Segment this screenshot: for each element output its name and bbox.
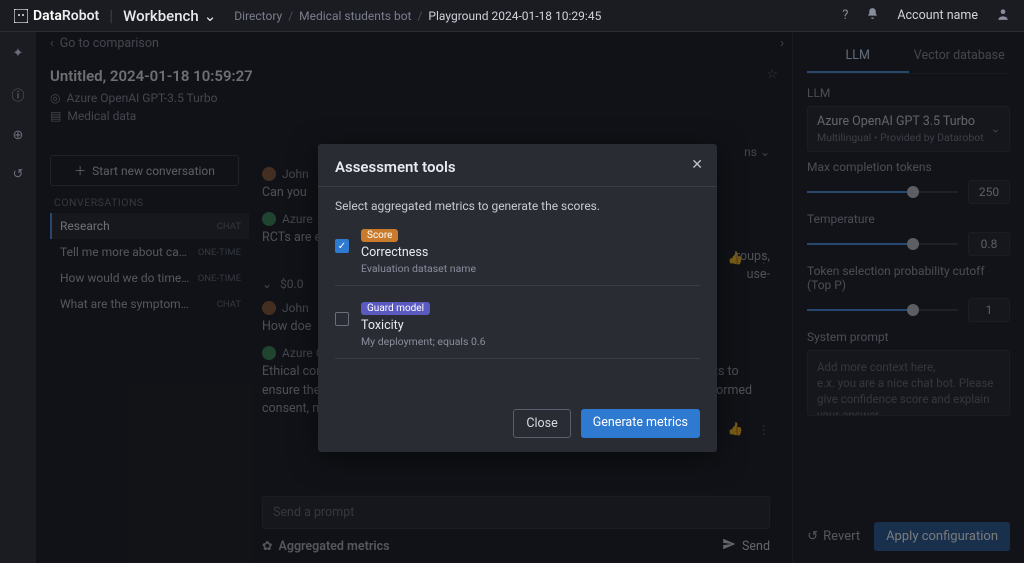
info-icon[interactable]: ⓘ <box>11 85 24 104</box>
close-label: Close <box>526 416 557 431</box>
close-icon[interactable]: ✕ <box>691 157 703 173</box>
close-button[interactable]: Close <box>513 409 570 438</box>
generate-metrics-button[interactable]: Generate metrics <box>581 409 700 438</box>
brand-logo[interactable]: DataRobot <box>14 8 99 24</box>
metric-row: Guard model Toxicity My deployment; equa… <box>335 286 700 359</box>
metric-subtitle: Evaluation dataset name <box>361 262 476 275</box>
modal-title: Assessment tools <box>335 158 700 176</box>
help-icon[interactable]: ? <box>842 8 848 23</box>
chevron-down-icon: ⌄ <box>204 7 217 25</box>
history-icon[interactable]: ↺ <box>13 167 24 182</box>
metric-checkbox[interactable] <box>335 239 349 253</box>
metric-badge: Score <box>361 229 398 242</box>
plus-circle-icon[interactable]: ⊕ <box>13 128 24 143</box>
modal-description: Select aggregated metrics to generate th… <box>335 199 700 213</box>
sparkle-icon[interactable]: ✦ <box>13 46 24 61</box>
brand-prefix: Data <box>33 8 62 24</box>
user-icon[interactable] <box>996 7 1010 25</box>
topbar: DataRobot | Workbench ⌄ Directory / Medi… <box>0 0 1024 32</box>
metric-name: Correctness <box>361 245 428 260</box>
account-name[interactable]: Account name <box>897 8 978 23</box>
metric-name: Toxicity <box>361 318 404 333</box>
workbench-switcher[interactable]: Workbench ⌄ <box>123 7 216 25</box>
breadcrumb-item[interactable]: Medical students bot <box>299 9 411 23</box>
bell-icon[interactable] <box>866 7 879 24</box>
breadcrumb-item[interactable]: Directory <box>234 9 282 23</box>
breadcrumb-item[interactable]: Playground 2024-01-18 10:29:45 <box>428 9 601 23</box>
left-rail: ✦ ⓘ ⊕ ↺ <box>0 32 36 563</box>
breadcrumb: Directory / Medical students bot / Playg… <box>234 9 601 23</box>
metric-badge: Guard model <box>361 302 430 315</box>
generate-label: Generate metrics <box>593 415 688 430</box>
brand-suffix: Robot <box>62 8 99 24</box>
assessment-tools-modal: Assessment tools ✕ Select aggregated met… <box>318 144 717 452</box>
metric-row: Score Correctness Evaluation dataset nam… <box>335 213 700 286</box>
workbench-label: Workbench <box>123 7 199 25</box>
metric-subtitle: My deployment; equals 0.6 <box>361 335 486 348</box>
metric-checkbox[interactable] <box>335 312 349 326</box>
